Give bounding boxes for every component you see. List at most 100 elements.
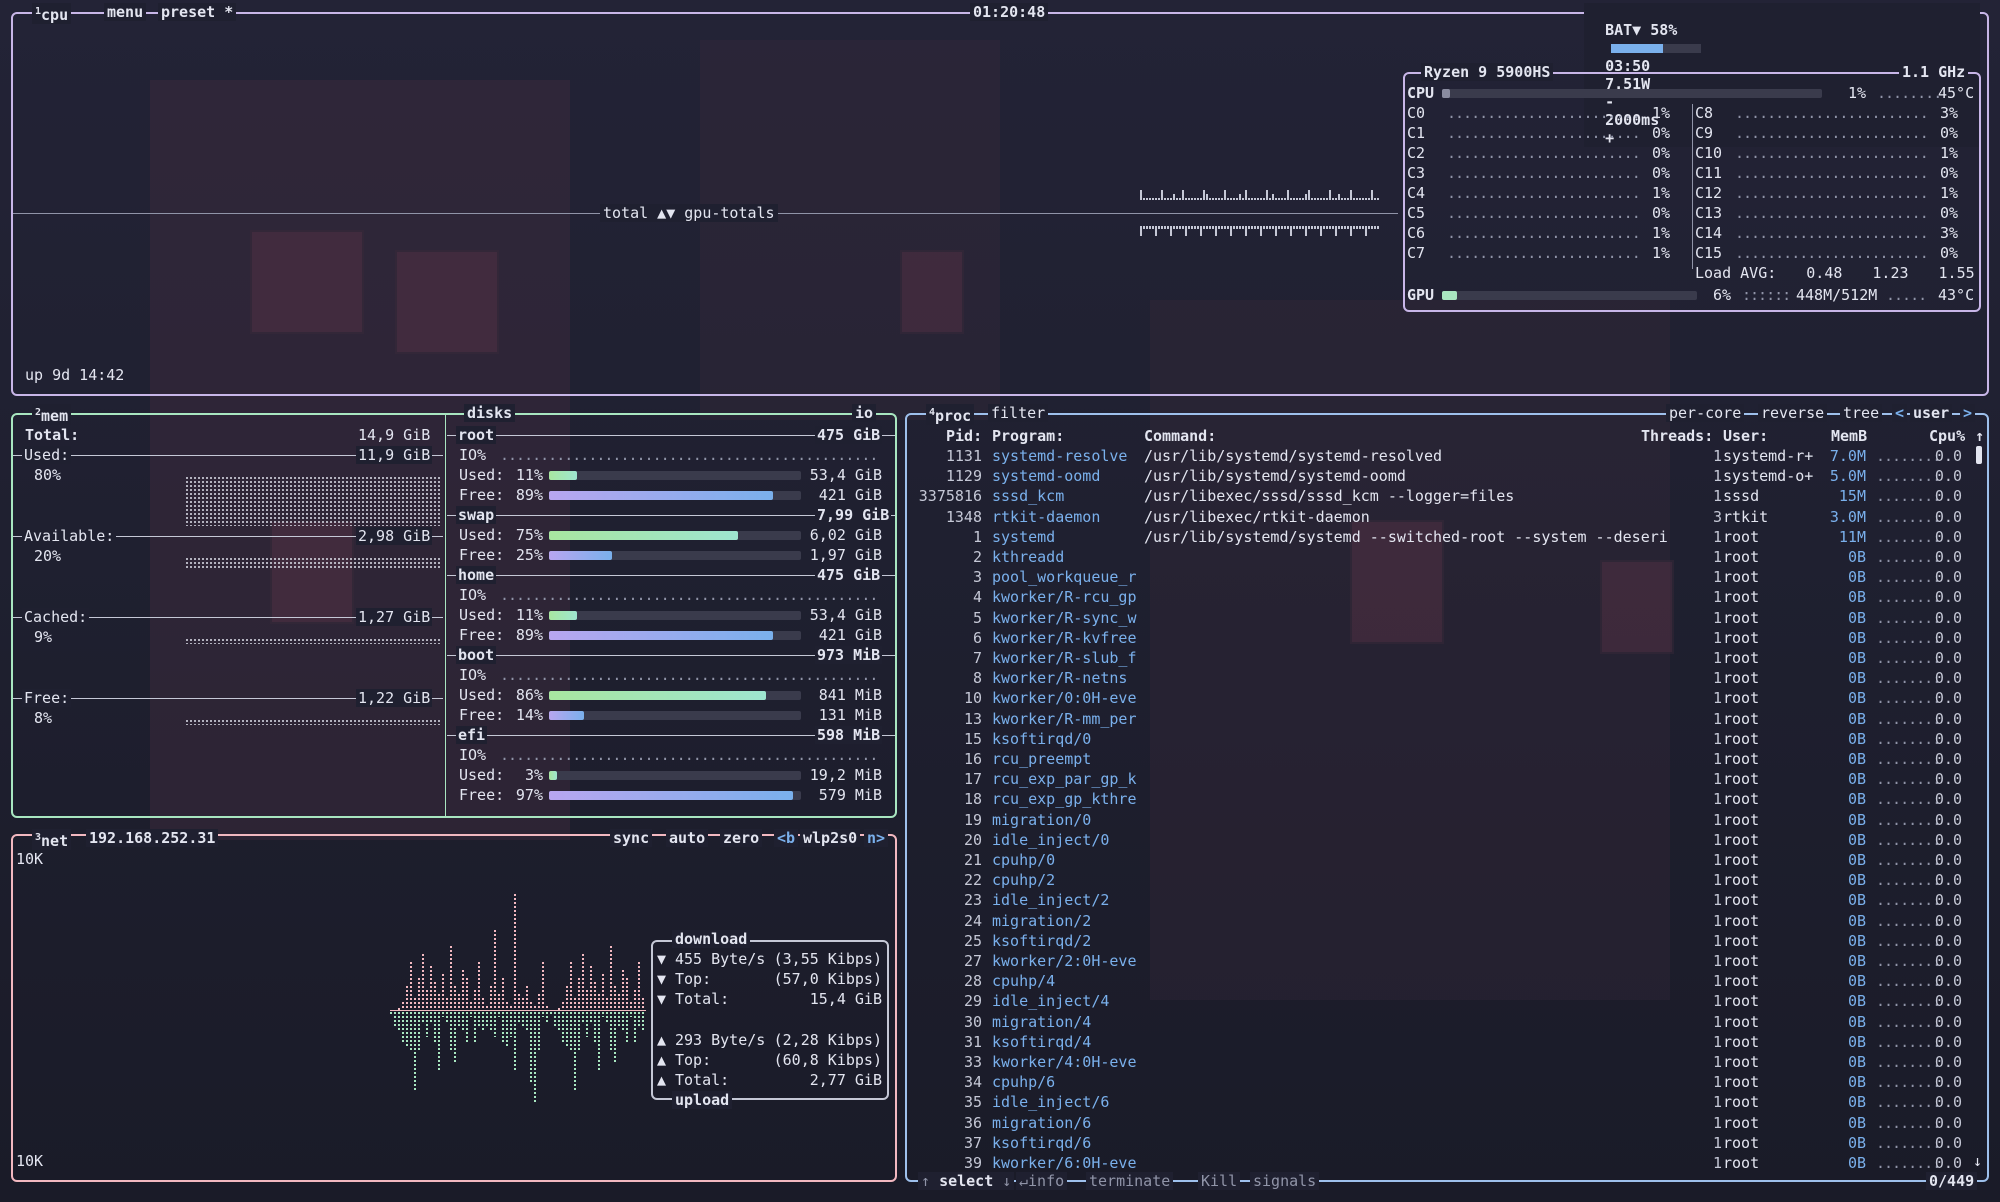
table-row[interactable]: 29 idle_inject/4 1 root 0B........ 0.0 <box>910 991 1988 1011</box>
table-row[interactable]: 21 cpuhp/0 1 root 0B........ 0.0 <box>910 850 1988 870</box>
table-row[interactable]: 23 idle_inject/2 1 root 0B........ 0.0 <box>910 890 1988 910</box>
net-upload-bar <box>574 998 576 1010</box>
table-row[interactable]: 1129 systemd-oomd/usr/lib/systemd/systemd… <box>910 466 1988 486</box>
table-row[interactable]: 30 migration/4 1 root 0B........ 0.0 <box>910 1012 1988 1032</box>
col-cpu[interactable]: Cpu% <box>1929 426 1965 446</box>
gpu-graph-bar <box>1254 226 1256 229</box>
tree-toggle[interactable]: tree <box>1840 404 1883 422</box>
net-download-bar <box>470 1012 472 1017</box>
table-row[interactable]: 4 kworker/R-rcu_gp 1 root 0B........ 0.0 <box>910 587 1988 607</box>
per-core-toggle[interactable]: per-core <box>1666 404 1745 422</box>
signals-button[interactable]: signals <box>1250 1172 1320 1190</box>
table-row[interactable]: 13 kworker/R-mm_per 1 root 0B........ 0.0 <box>910 709 1988 729</box>
prev-interface-button[interactable]: <b <box>774 829 799 847</box>
select-button[interactable]: ↑ select ↓ <box>918 1172 1015 1190</box>
table-row[interactable]: 31 ksoftirqd/4 1 root 0B........ 0.0 <box>910 1032 1988 1052</box>
gpu-graph-bar <box>1191 226 1193 229</box>
net-upload-bar <box>434 982 436 1010</box>
disk-used-percent: 86% <box>515 686 543 704</box>
kill-button[interactable]: Kill <box>1198 1172 1241 1190</box>
sync-toggle[interactable]: sync <box>610 829 653 847</box>
table-row[interactable]: 17 rcu_exp_par_gp_k 1 root 0B........ 0.0 <box>910 769 1988 789</box>
col-threads[interactable]: Threads: <box>1641 426 1713 446</box>
gpu-graph-bar <box>1281 226 1283 229</box>
gpu-graph-bar <box>1161 226 1163 229</box>
sort-next-button[interactable]: > <box>1960 404 1976 422</box>
disk-name: boot <box>456 646 497 664</box>
proc-threads: 1 <box>1712 527 1722 546</box>
table-row[interactable]: 3 pool_workqueue_r 1 root 0B........ 0.0 <box>910 567 1988 587</box>
preset-button[interactable]: preset * <box>158 3 237 21</box>
cpu-model: Ryzen 9 5900HS <box>1421 63 1554 81</box>
col-pid[interactable]: Pid: <box>946 426 982 446</box>
table-row[interactable]: 16 rcu_preempt 1 root 0B........ 0.0 <box>910 749 1988 769</box>
col-mem[interactable]: MemB <box>1831 426 1867 446</box>
terminate-button[interactable]: terminate <box>1086 1172 1174 1190</box>
table-row[interactable]: 33 kworker/4:0H-eve 1 root 0B........ 0.0 <box>910 1052 1988 1072</box>
table-row[interactable]: 15 ksoftirqd/0 1 root 0B........ 0.0 <box>910 729 1988 749</box>
table-row[interactable]: 34 cpuhp/6 1 root 0B........ 0.0 <box>910 1072 1988 1092</box>
gpu-graph-bar <box>1218 226 1220 229</box>
gpu-graph-bar <box>1152 226 1154 229</box>
net-tab[interactable]: 3net <box>32 829 72 850</box>
disks-tab[interactable]: disks <box>464 404 516 422</box>
proc-cpu: 0.0 <box>1934 1053 1962 1071</box>
proc-scrollbar[interactable] <box>1976 446 1982 464</box>
col-user[interactable]: User: <box>1723 426 1768 446</box>
table-row[interactable]: 37 ksoftirqd/6 1 root 0B........ 0.0 <box>910 1133 1988 1153</box>
gpu-label: GPU <box>1407 286 1435 304</box>
cpu-tab[interactable]: 1cpu <box>32 3 72 24</box>
gpu-graph-bar <box>1176 226 1178 229</box>
net-upload-bar <box>610 946 612 1010</box>
table-row[interactable]: 1 systemd/usr/lib/systemd/systemd --switc… <box>910 527 1988 547</box>
table-row[interactable]: 7 kworker/R-slub_f 1 root 0B........ 0.0 <box>910 648 1988 668</box>
disk-free-meter <box>549 491 801 500</box>
menu-button[interactable]: menu <box>104 3 147 21</box>
table-row[interactable]: 36 migration/6 1 root 0B........ 0.0 <box>910 1113 1988 1133</box>
filter-button[interactable]: filter <box>988 404 1049 422</box>
zero-toggle[interactable]: zero <box>720 829 763 847</box>
disk-size: 475 GiB <box>815 566 883 584</box>
disk-used-meter <box>549 611 801 620</box>
table-row[interactable]: 39 kworker/6:0H-eve 1 root 0B........ 0.0 <box>910 1153 1988 1173</box>
io-toggle[interactable]: io <box>852 404 877 422</box>
sort-prev-button[interactable]: < <box>1892 404 1908 422</box>
table-row[interactable]: 5 kworker/R-sync_w 1 root 0B........ 0.0 <box>910 608 1988 628</box>
col-command[interactable]: Command: <box>1144 426 1216 446</box>
auto-toggle[interactable]: auto <box>666 829 709 847</box>
table-row[interactable]: 20 idle_inject/0 1 root 0B........ 0.0 <box>910 830 1988 850</box>
proc-pid: 25 <box>963 931 982 950</box>
table-row[interactable]: 6 kworker/R-kvfree 1 root 0B........ 0.0 <box>910 628 1988 648</box>
scroll-down-icon[interactable]: ↓ <box>1973 1152 1982 1170</box>
mem-tab[interactable]: 2mem <box>32 404 72 425</box>
table-row[interactable]: 18 rcu_exp_gp_kthre 1 root 0B........ 0.0 <box>910 789 1988 809</box>
table-row[interactable]: 22 cpuhp/2 1 root 0B........ 0.0 <box>910 870 1988 890</box>
table-row[interactable]: 19 migration/0 1 root 0B........ 0.0 <box>910 810 1988 830</box>
cpu-graph-bar <box>1266 190 1268 200</box>
table-row[interactable]: 28 cpuhp/4 1 root 0B........ 0.0 <box>910 971 1988 991</box>
table-row[interactable]: 10 kworker/0:0H-eve 1 root 0B........ 0.0 <box>910 688 1988 708</box>
next-interface-button[interactable]: n> <box>864 829 889 847</box>
proc-mem: 0B <box>1847 871 1866 890</box>
sort-direction-icon[interactable]: ↑ <box>1975 426 1984 446</box>
net-upload-bar <box>450 946 452 1010</box>
graph-mode-label[interactable]: total ▲▼ gpu-totals <box>600 204 778 222</box>
proc-cpu: 0.0 <box>1934 588 1962 607</box>
table-row[interactable]: 24 migration/2 1 root 0B........ 0.0 <box>910 911 1988 931</box>
col-program[interactable]: Program: <box>992 426 1064 446</box>
table-row[interactable]: 2 kthreadd 1 root 0B........ 0.0 <box>910 547 1988 567</box>
proc-tab[interactable]: 4proc <box>926 404 975 425</box>
table-row[interactable]: 8 kworker/R-netns 1 root 0B........ 0.0 <box>910 668 1988 688</box>
table-row[interactable]: 3375816 sssd_kcm/usr/libexec/sssd/sssd_kc… <box>910 486 1988 506</box>
down-arrow-icon: ↓ <box>1002 1172 1012 1190</box>
reverse-toggle[interactable]: reverse <box>1758 404 1828 422</box>
gpu-graph-bar <box>1212 226 1214 229</box>
table-row[interactable]: 1348 rtkit-daemon/usr/libexec/rtkit-daemo… <box>910 507 1988 527</box>
table-row[interactable]: 27 kworker/2:0H-eve 1 root 0B........ 0.0 <box>910 951 1988 971</box>
disk-used-value: 6,02 GiB <box>809 526 882 544</box>
table-row[interactable]: 25 ksoftirqd/2 1 root 0B........ 0.0 <box>910 931 1988 951</box>
proc-threads: 1 <box>1712 770 1722 789</box>
table-row[interactable]: 1131 systemd-resolve/usr/lib/systemd/syst… <box>910 446 1988 466</box>
table-row[interactable]: 35 idle_inject/6 1 root 0B........ 0.0 <box>910 1092 1988 1112</box>
info-button[interactable]: ↵info <box>1016 1172 1068 1190</box>
